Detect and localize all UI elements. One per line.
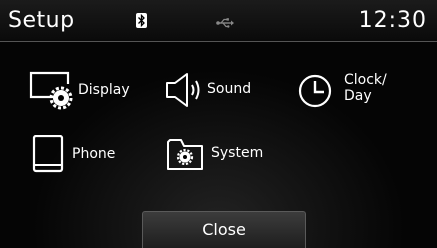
clock-icon (298, 74, 332, 108)
speaker-icon (166, 73, 200, 107)
close-button[interactable]: Close (142, 211, 306, 248)
bluetooth-icon (136, 13, 147, 28)
usb-icon (216, 14, 234, 33)
clock-label-line2: Day (344, 88, 372, 104)
display-label: Display (78, 82, 130, 98)
phone-icon (32, 135, 64, 173)
clock-label-line1: Clock/ (344, 72, 387, 88)
sound-button[interactable]: Sound (165, 72, 265, 108)
phone-label: Phone (72, 146, 116, 162)
clock-time: 12:30 (358, 8, 427, 33)
status-bar: Setup 12:30 (0, 0, 437, 42)
phone-button[interactable]: Phone (32, 135, 132, 173)
system-folder-icon (167, 139, 203, 170)
system-button[interactable]: System (166, 136, 276, 172)
system-label: System (211, 145, 264, 161)
clock-day-button[interactable]: Clock/ Day (298, 70, 408, 110)
sound-label: Sound (207, 81, 252, 97)
display-settings-icon (29, 71, 73, 110)
page-title: Setup (8, 8, 75, 33)
display-button[interactable]: Display (28, 70, 138, 110)
